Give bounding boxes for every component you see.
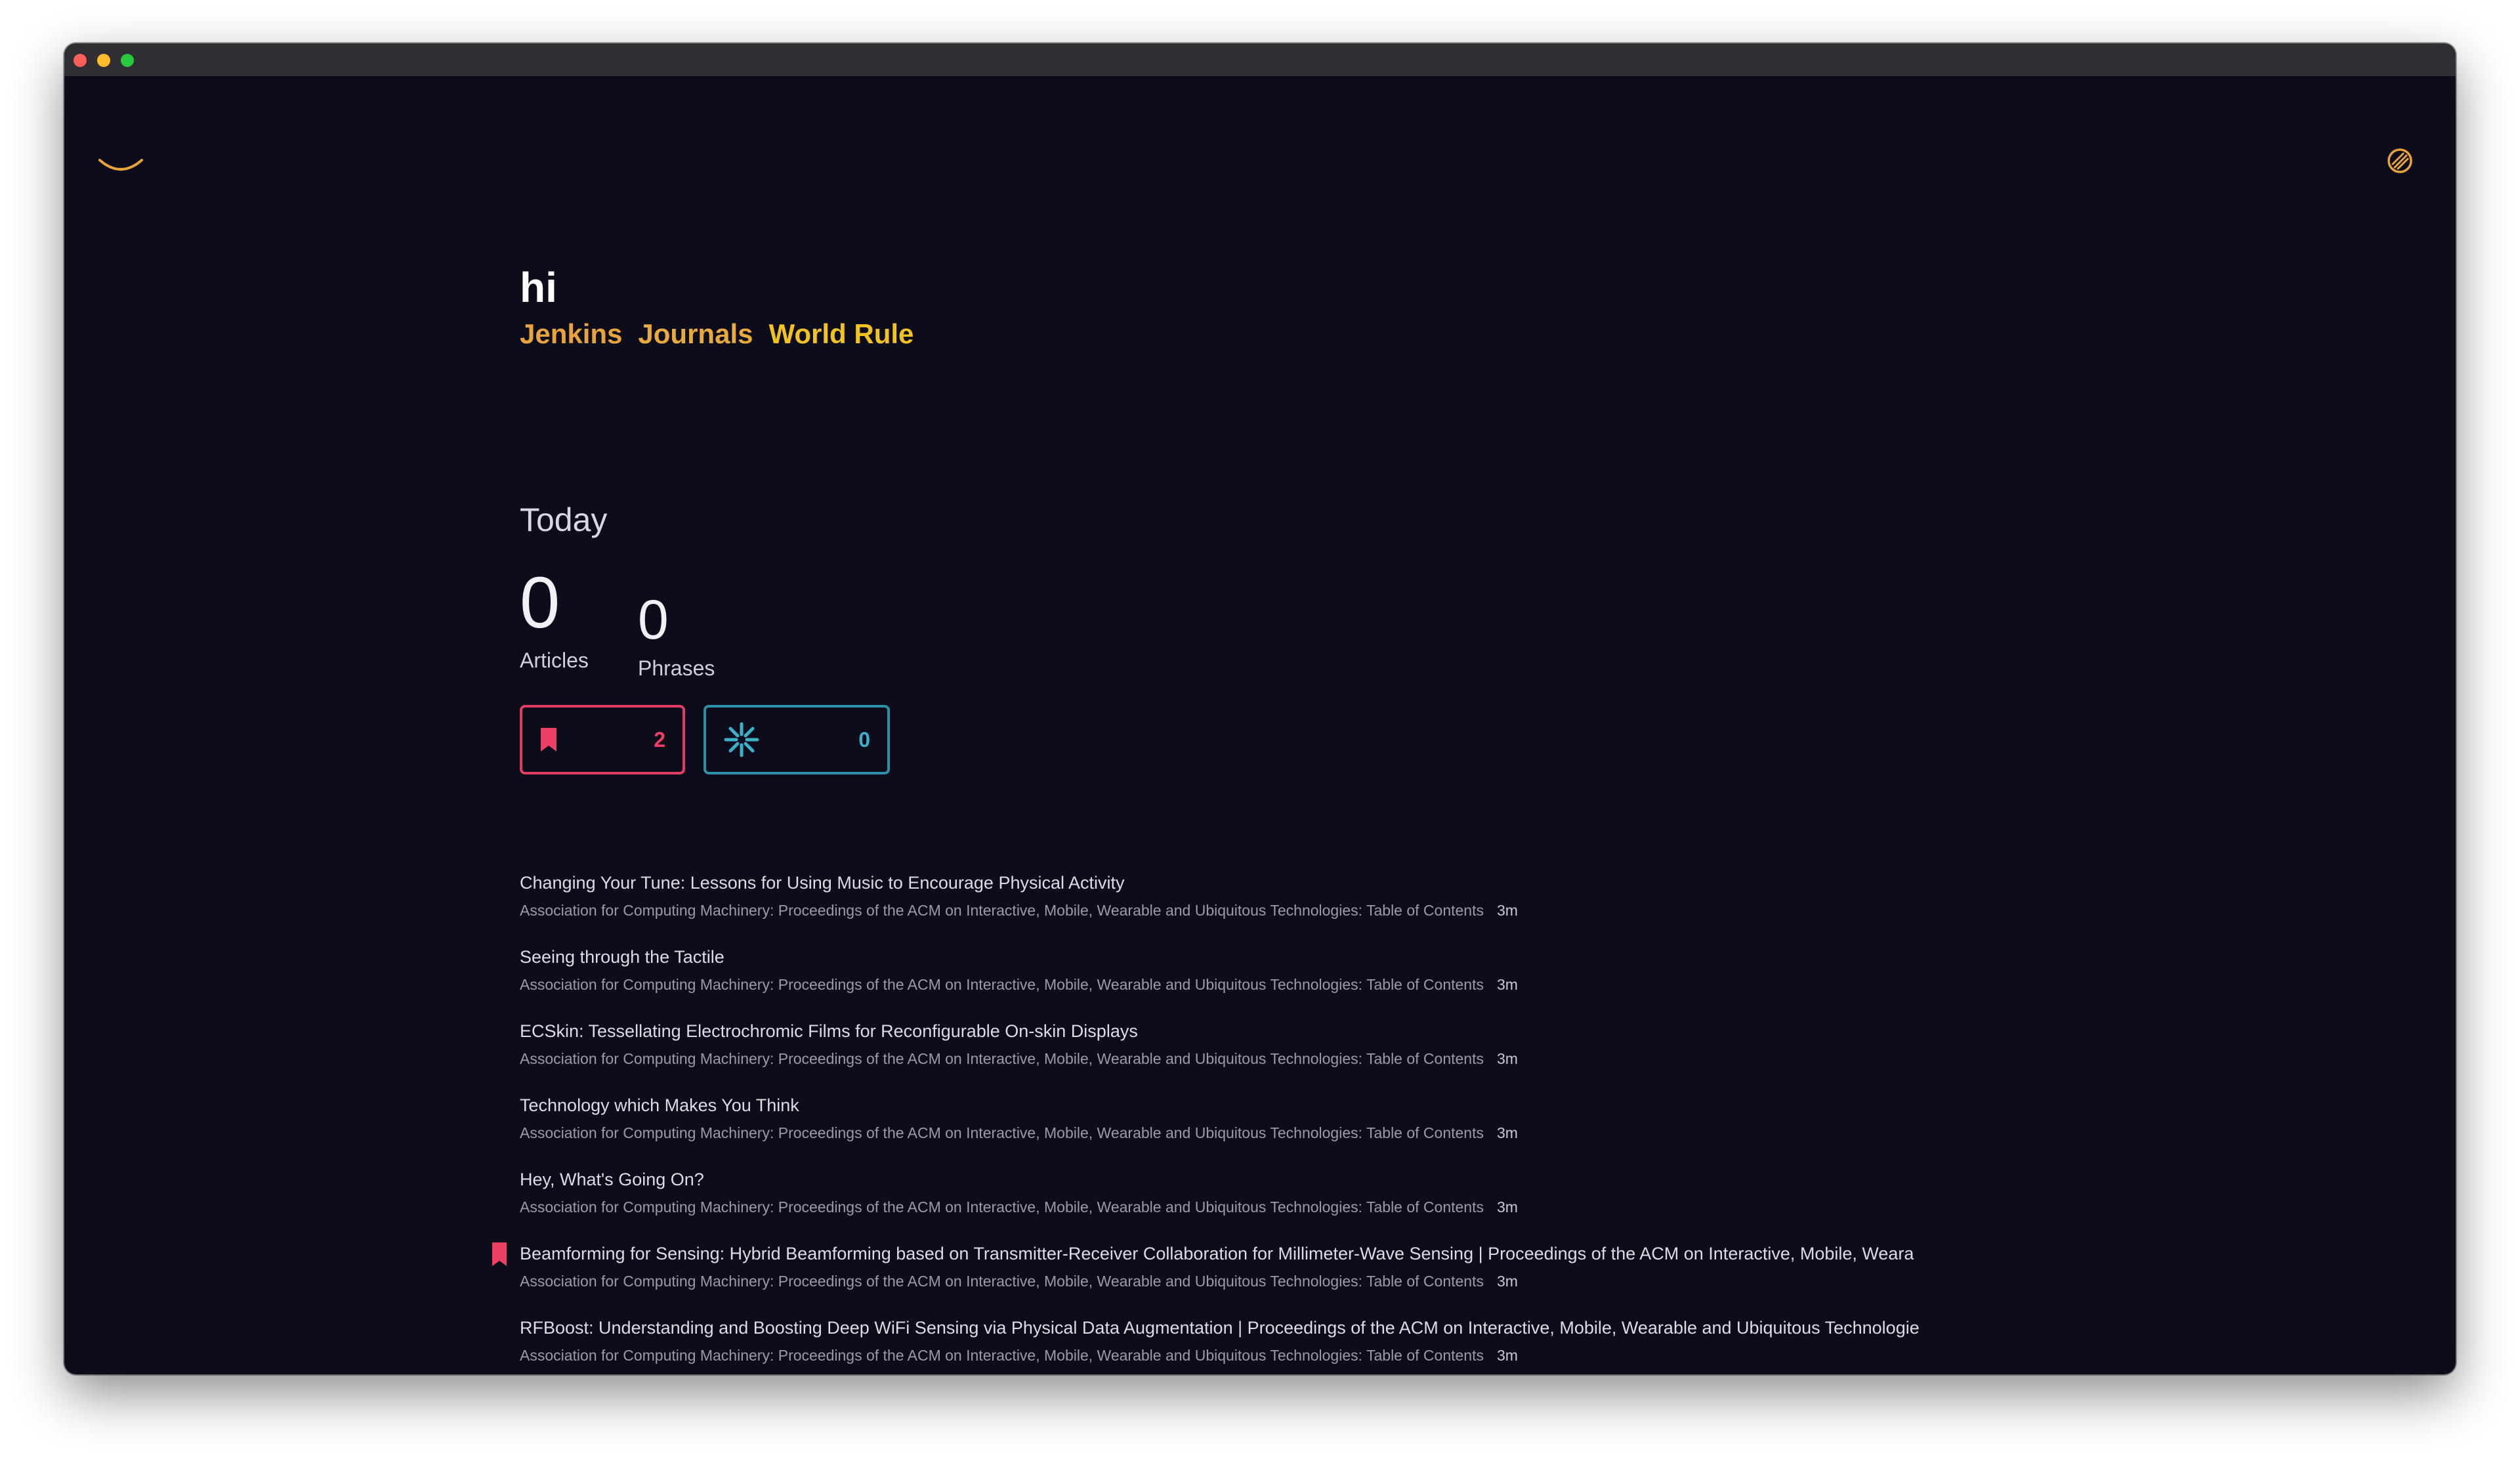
article-title[interactable]: RFBoost: Understanding and Boosting Deep… (520, 1317, 2068, 1339)
article-source: Association for Computing Machinery: Pro… (520, 1124, 1484, 1141)
article-reading-time: 3m (1497, 1347, 1518, 1364)
article-item[interactable]: RFBoost: Understanding and Boosting Deep… (520, 1317, 2423, 1374)
today-label: Today (520, 501, 608, 538)
tag-list: Jenkins Journals World Rule (520, 318, 914, 350)
greeting-heading: hi (520, 264, 557, 311)
article-meta: Association for Computing Machinery: Pro… (520, 1271, 2423, 1291)
close-window-button[interactable] (74, 54, 87, 67)
bookmark-icon (541, 728, 556, 752)
article-item[interactable]: Technology which Makes You Think Associat… (520, 1094, 2423, 1168)
tag-link[interactable]: Journals (638, 318, 753, 350)
tag-link[interactable]: World Rule (768, 318, 914, 350)
article-title[interactable]: Changing Your Tune: Lessons for Using Mu… (520, 872, 2068, 894)
bookmarks-count: 2 (654, 727, 665, 752)
article-item[interactable]: Hey, What's Going On? Association for Com… (520, 1168, 2423, 1242)
article-meta: Association for Computing Machinery: Pro… (520, 1197, 2423, 1217)
article-item[interactable]: ECSkin: Tessellating Electrochromic Film… (520, 1020, 2423, 1094)
article-meta: Association for Computing Machinery: Pro… (520, 1049, 2423, 1069)
article-title[interactable]: Hey, What's Going On? (520, 1168, 2068, 1191)
phrases-label: Phrases (638, 656, 715, 680)
article-item[interactable]: Beamforming for Sensing: Hybrid Beamform… (492, 1242, 2423, 1317)
article-reading-time: 3m (1497, 976, 1518, 993)
article-reading-time: 3m (1497, 1198, 1518, 1216)
article-source: Association for Computing Machinery: Pro… (520, 1050, 1484, 1067)
maximize-window-button[interactable] (121, 54, 134, 67)
article-reading-time: 3m (1497, 1273, 1518, 1290)
article-list: Changing Your Tune: Lessons for Using Mu… (492, 872, 2423, 1374)
article-meta: Association for Computing Machinery: Pro… (520, 1123, 2423, 1143)
article-meta: Association for Computing Machinery: Pro… (520, 1345, 2423, 1365)
minimize-window-button[interactable] (97, 54, 110, 67)
article-source: Association for Computing Machinery: Pro… (520, 1347, 1484, 1364)
articles-stat: 0 Articles (520, 567, 589, 673)
article-meta: Association for Computing Machinery: Pro… (520, 975, 2423, 994)
article-reading-time: 3m (1497, 1124, 1518, 1141)
article-source: Association for Computing Machinery: Pro… (520, 1273, 1484, 1290)
article-title[interactable]: Technology which Makes You Think (520, 1094, 2068, 1116)
phrases-stat: 0 Phrases (638, 576, 715, 681)
article-item[interactable]: Changing Your Tune: Lessons for Using Mu… (520, 872, 2423, 946)
article-title[interactable]: Seeing through the Tactile (520, 946, 2068, 968)
smile-arc-icon[interactable] (94, 152, 147, 179)
article-reading-time: 3m (1497, 902, 1518, 919)
title-bar (64, 43, 2456, 76)
highlights-count: 0 (858, 727, 870, 752)
sparkle-icon (724, 722, 759, 757)
article-source: Association for Computing Machinery: Pro… (520, 902, 1484, 919)
article-reading-time: 3m (1497, 1050, 1518, 1067)
app-window: hi Jenkins Journals World Rule Today 0 Art… (64, 43, 2456, 1374)
articles-count: 0 (520, 562, 560, 643)
article-source: Association for Computing Machinery: Pro… (520, 1198, 1484, 1216)
article-source: Association for Computing Machinery: Pro… (520, 976, 1484, 993)
highlights-card[interactable]: 0 (704, 705, 890, 774)
bookmark-icon (492, 1242, 507, 1266)
article-item[interactable]: Seeing through the Tactile Association fo… (520, 946, 2423, 1020)
phrases-count: 0 (638, 589, 669, 650)
article-title[interactable]: ECSkin: Tessellating Electrochromic Film… (520, 1020, 2068, 1042)
article-meta: Association for Computing Machinery: Pro… (520, 900, 2423, 920)
bookmarks-card[interactable]: 2 (520, 705, 685, 774)
tag-link[interactable]: Jenkins (520, 318, 622, 350)
settings-badge-icon[interactable] (2385, 146, 2415, 176)
articles-label: Articles (520, 648, 589, 672)
article-title[interactable]: Beamforming for Sensing: Hybrid Beamform… (520, 1242, 2068, 1265)
